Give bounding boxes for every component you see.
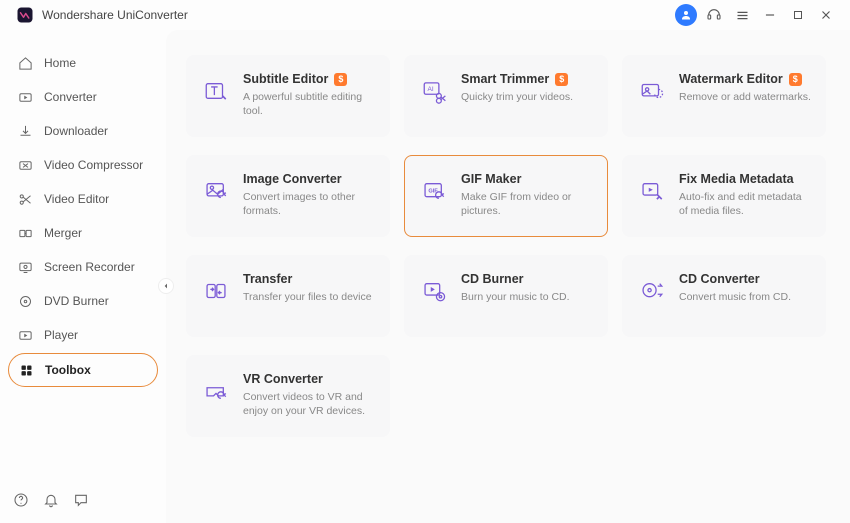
sidebar-item-downloader[interactable]: Downloader [8,115,158,147]
bell-icon[interactable] [42,491,60,509]
sidebar-item-label: Video Compressor [44,158,143,172]
merger-icon [16,224,34,242]
tool-desc: A powerful subtitle editing tool. [243,90,375,118]
premium-badge: $ [555,73,568,86]
tool-title: Transfer [243,272,292,286]
premium-badge: $ [334,73,347,86]
sidebar-item-label: Downloader [44,124,108,138]
premium-badge: $ [789,73,802,86]
cd-converter-icon [637,276,667,306]
dvd-icon [16,292,34,310]
account-icon[interactable] [675,4,697,26]
tool-desc: Convert videos to VR and enjoy on your V… [243,390,375,418]
svg-text:AI: AI [428,86,434,93]
compress-icon [16,156,34,174]
converter-icon [16,88,34,106]
toolbox-icon [17,361,35,379]
sidebar-item-merger[interactable]: Merger [8,217,158,249]
sidebar-item-toolbox[interactable]: Toolbox [8,353,158,387]
tool-subtitle-editor[interactable]: Subtitle Editor $ A powerful subtitle edi… [186,55,390,137]
tool-title: Image Converter [243,172,342,186]
tool-image-converter[interactable]: Image Converter Convert images to other … [186,155,390,237]
support-icon[interactable] [703,4,725,26]
sidebar-item-label: Merger [44,226,82,240]
screen-recorder-icon [16,258,34,276]
gif-icon: GIF [419,176,449,206]
tool-desc: Convert images to other formats. [243,190,375,218]
close-icon[interactable] [815,4,837,26]
vr-icon [201,376,231,406]
app-logo-icon [16,6,34,24]
tool-grid: Subtitle Editor $ A powerful subtitle edi… [186,55,830,437]
tool-smart-trimmer[interactable]: AI Smart Trimmer $ Quicky trim your video… [404,55,608,137]
tool-desc: Auto-fix and edit metadata of media file… [679,190,811,218]
sidebar-item-label: Home [44,56,76,70]
tool-title: CD Burner [461,272,524,286]
sidebar-item-label: DVD Burner [44,294,109,308]
tool-cd-converter[interactable]: CD Converter Convert music from CD. [622,255,826,337]
scissors-icon [16,190,34,208]
app-title: Wondershare UniConverter [42,8,188,22]
tool-gif-maker[interactable]: GIF GIF Maker Make GIF from video or pic… [404,155,608,237]
sidebar-item-dvd-burner[interactable]: DVD Burner [8,285,158,317]
hamburger-icon[interactable] [731,4,753,26]
sidebar-item-video-editor[interactable]: Video Editor [8,183,158,215]
tool-title: Fix Media Metadata [679,172,794,186]
tool-vr-converter[interactable]: VR Converter Convert videos to VR and en… [186,355,390,437]
tool-cd-burner[interactable]: CD Burner Burn your music to CD. [404,255,608,337]
tool-desc: Burn your music to CD. [461,290,593,304]
image-converter-icon [201,176,231,206]
sidebar-item-home[interactable]: Home [8,47,158,79]
cd-burner-icon [419,276,449,306]
tool-watermark-editor[interactable]: Watermark Editor $ Remove or add watermar… [622,55,826,137]
home-icon [16,54,34,72]
maximize-icon[interactable] [787,4,809,26]
player-icon [16,326,34,344]
sidebar-item-player[interactable]: Player [8,319,158,351]
titlebar: Wondershare UniConverter [0,0,850,30]
watermark-icon [637,76,667,106]
tool-transfer[interactable]: Transfer Transfer your files to device [186,255,390,337]
sidebar-bottom [8,485,158,515]
tool-desc: Quicky trim your videos. [461,90,593,104]
tool-title: CD Converter [679,272,760,286]
metadata-icon [637,176,667,206]
sidebar-item-label: Video Editor [44,192,109,206]
sidebar-item-label: Player [44,328,78,342]
sidebar-item-converter[interactable]: Converter [8,81,158,113]
tool-desc: Convert music from CD. [679,290,811,304]
sidebar-item-label: Toolbox [45,363,91,377]
sidebar-collapse-button[interactable] [158,278,174,294]
sidebar: Home Converter Downloader Video Compress… [0,30,166,523]
tool-desc: Remove or add watermarks. [679,90,811,104]
tool-title: Smart Trimmer [461,72,549,86]
sidebar-item-label: Screen Recorder [44,260,135,274]
downloader-icon [16,122,34,140]
tool-desc: Make GIF from video or pictures. [461,190,593,218]
trimmer-icon: AI [419,76,449,106]
sidebar-item-screen-recorder[interactable]: Screen Recorder [8,251,158,283]
tool-desc: Transfer your files to device [243,290,375,304]
tool-title: Subtitle Editor [243,72,328,86]
tool-fix-metadata[interactable]: Fix Media Metadata Auto-fix and edit met… [622,155,826,237]
sidebar-item-label: Converter [44,90,97,104]
content-area: Subtitle Editor $ A powerful subtitle edi… [166,30,850,523]
sidebar-item-video-compressor[interactable]: Video Compressor [8,149,158,181]
help-icon[interactable] [12,491,30,509]
tool-title: GIF Maker [461,172,521,186]
subtitle-icon [201,76,231,106]
transfer-icon [201,276,231,306]
tool-title: Watermark Editor [679,72,783,86]
tool-title: VR Converter [243,372,323,386]
minimize-icon[interactable] [759,4,781,26]
feedback-icon[interactable] [72,491,90,509]
